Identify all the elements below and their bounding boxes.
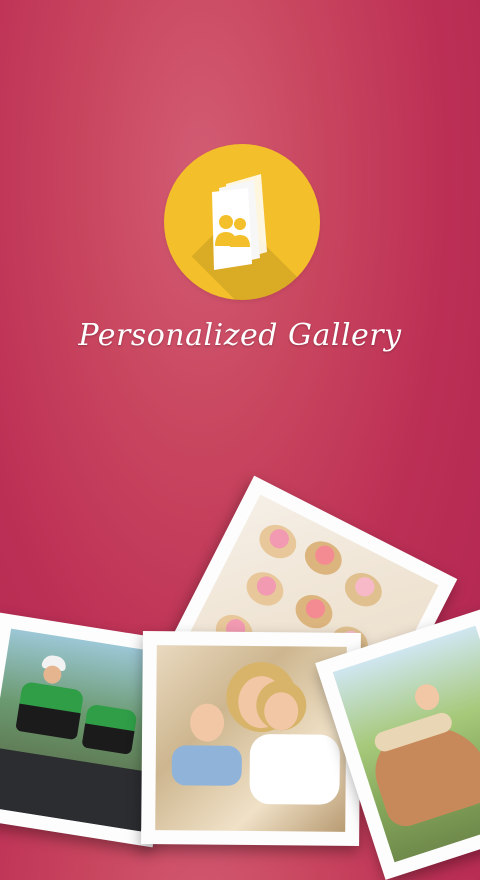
cupcake	[289, 588, 339, 635]
face	[189, 703, 225, 742]
shirt	[249, 733, 341, 805]
child-face	[411, 681, 443, 714]
cupcake	[339, 566, 388, 613]
face	[264, 692, 299, 731]
cupcake	[240, 566, 290, 612]
road	[0, 747, 151, 832]
rider-jersey	[81, 703, 138, 755]
app-title: Personalized Gallery	[78, 318, 402, 353]
gallery-album-people-icon	[212, 174, 267, 270]
rider-jersey	[15, 681, 85, 741]
cupcake	[253, 518, 303, 565]
cupcake	[299, 535, 348, 581]
shirt	[171, 745, 242, 786]
splash-screen: Personalized Gallery	[0, 0, 480, 880]
app-logo	[164, 144, 320, 300]
